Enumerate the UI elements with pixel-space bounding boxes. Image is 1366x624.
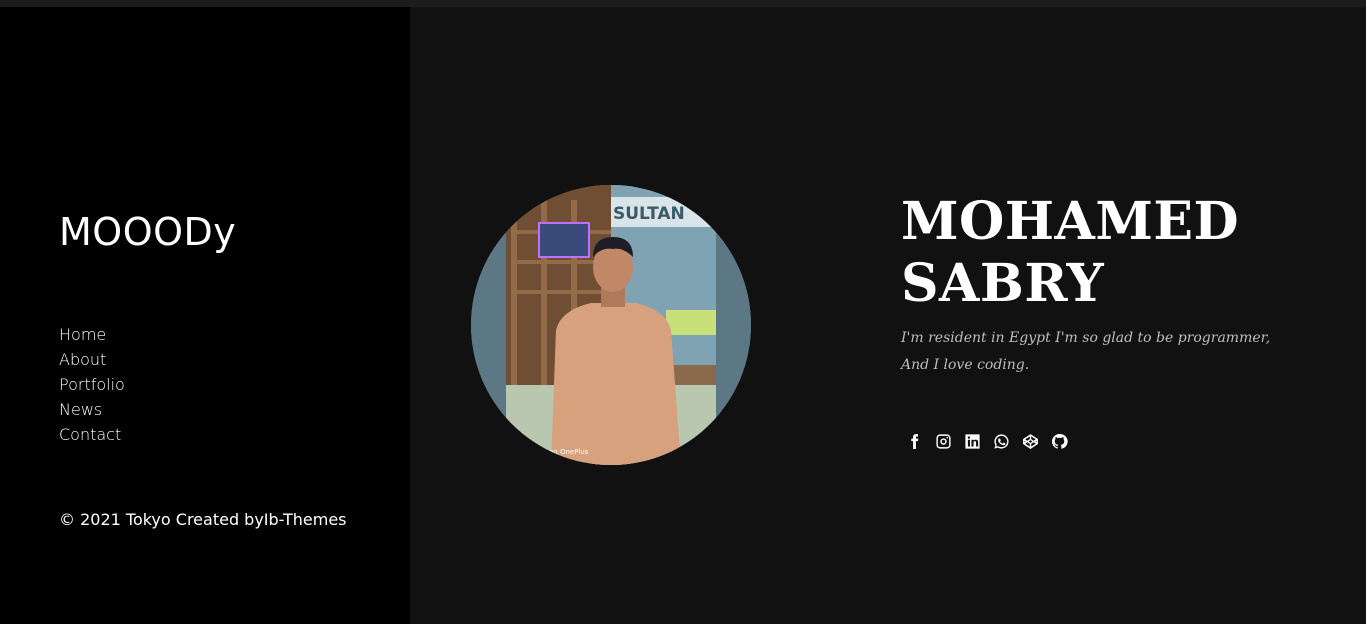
profile-photo: SULTAN on OnePlus — [471, 185, 751, 465]
photo-sign: SULTAN — [613, 204, 685, 224]
nav-link-home[interactable]: Home — [59, 325, 106, 344]
hero-section: SULTAN on OnePlus MOHAMED SABRY I'm resi… — [410, 7, 1366, 624]
nav-menu: Home About Portfolio News Contact — [59, 324, 125, 449]
nav-item-about: About — [59, 349, 125, 374]
github-link[interactable] — [1049, 431, 1070, 452]
nav-item-news: News — [59, 399, 125, 424]
copyright-text: © 2021 Tokyo Created byIb-Themes — [59, 510, 347, 529]
nav-link-contact[interactable]: Contact — [59, 425, 121, 444]
hero-bio: I'm resident in Egypt I'm so glad to be … — [901, 330, 1271, 373]
profile-photo-illustration: SULTAN on OnePlus — [471, 185, 751, 465]
top-strip — [0, 0, 1366, 7]
nav-item-contact: Contact — [59, 424, 125, 449]
instagram-link[interactable] — [933, 431, 954, 452]
codepen-icon — [1023, 434, 1038, 449]
site-logo[interactable]: MOOODy — [59, 210, 236, 254]
facebook-icon — [911, 434, 919, 449]
nav-link-portfolio[interactable]: Portfolio — [59, 375, 125, 394]
nav-link-about[interactable]: About — [59, 350, 106, 369]
codepen-link[interactable] — [1020, 431, 1041, 452]
facebook-link[interactable] — [904, 431, 925, 452]
photo-watermark: on OnePlus — [549, 448, 589, 456]
linkedin-link[interactable] — [962, 431, 983, 452]
hero-name-line2: SABRY — [901, 253, 1105, 314]
nav-item-portfolio: Portfolio — [59, 374, 125, 399]
nav-item-home: Home — [59, 324, 125, 349]
hero-name-line1: MOHAMED — [901, 191, 1240, 252]
sidebar: MOOODy Home About Portfolio News Contact… — [0, 7, 410, 624]
nav-link-news[interactable]: News — [59, 400, 102, 419]
github-icon — [1051, 434, 1068, 449]
hero-name: MOHAMED SABRY — [901, 191, 1301, 315]
social-links — [904, 431, 1070, 452]
linkedin-icon — [965, 434, 980, 449]
whatsapp-icon — [994, 434, 1009, 449]
instagram-icon — [936, 434, 951, 449]
whatsapp-link[interactable] — [991, 431, 1012, 452]
